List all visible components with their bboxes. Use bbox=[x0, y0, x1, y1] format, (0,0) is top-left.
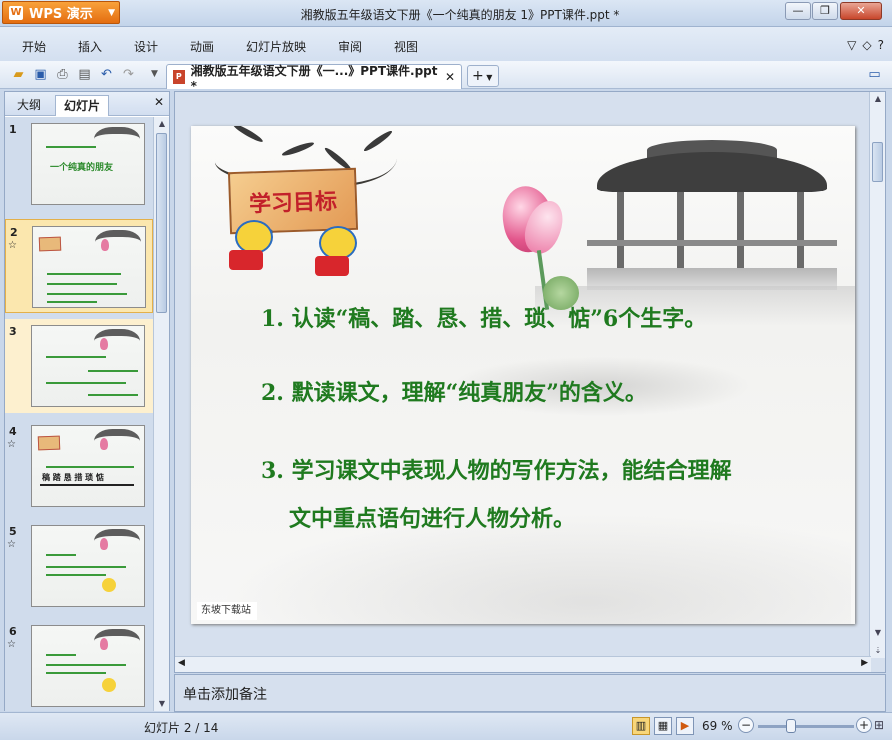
slideshow-icon[interactable]: ▶ bbox=[676, 717, 694, 735]
chevron-down-icon: ▼ bbox=[108, 7, 115, 18]
scroll-left-icon[interactable]: ◀ bbox=[178, 658, 185, 668]
slide-number: 4 bbox=[9, 425, 17, 438]
close-tab-icon[interactable]: ✕ bbox=[445, 70, 455, 84]
next-slide-icon[interactable]: ⇣ bbox=[870, 644, 886, 658]
plus-icon: + bbox=[472, 68, 484, 84]
menu-insert[interactable]: 插入 bbox=[78, 38, 102, 55]
slide-thumbnail-4[interactable]: 4 ☆ 稿 踏 恳 措 琐 惦 bbox=[5, 419, 153, 513]
undo-icon[interactable]: ↶ bbox=[98, 66, 115, 83]
goal-line-1: 1. 认读“稿、踏、恳、措、琐、惦”6个生字。 bbox=[261, 306, 707, 332]
cartoon-kid-right bbox=[319, 226, 357, 260]
document-tab-label: 湘教版五年级语文下册《一...》PPT课件.ppt * bbox=[190, 63, 438, 93]
ribbon-menu-bar: 开始 插入 设计 动画 幻灯片放映 审阅 视图 ▽ ◇ ? bbox=[0, 27, 892, 61]
slide-thumbnail-list: 1 一个纯真的朋友 2 ☆ 3 4 ☆ 稿 踏 恳 措 琐 惦 5 ☆ 6 ☆ bbox=[5, 117, 153, 711]
collapse-ribbon-icon[interactable]: ▽ bbox=[847, 38, 856, 52]
slide-number: 1 bbox=[9, 123, 17, 136]
sign-title: 学习目标 bbox=[248, 188, 338, 218]
restore-layout-icon[interactable]: ▭ bbox=[866, 66, 883, 83]
animation-star-icon: ☆ bbox=[8, 240, 17, 251]
scroll-up-icon[interactable]: ▲ bbox=[154, 117, 170, 131]
redo-icon[interactable]: ↷ bbox=[120, 66, 137, 83]
slide-thumbnail-1[interactable]: 1 一个纯真的朋友 bbox=[5, 117, 153, 211]
open-folder-icon[interactable]: ▰ bbox=[10, 66, 27, 83]
wps-logo-icon: W bbox=[9, 5, 23, 20]
cartoon-kid-left bbox=[235, 220, 273, 254]
slide-editor: 学习目标 1. 认读“稿、踏、恳、措、琐、惦”6个生字。 2. 默读课文，理解“… bbox=[174, 91, 886, 673]
slide-count: 幻灯片 2 / 14 bbox=[144, 721, 219, 735]
customize-toolbar-icon[interactable]: ▼ bbox=[146, 66, 163, 83]
slide-thumbnail-5[interactable]: 5 ☆ bbox=[5, 519, 153, 613]
goal-line-2: 2. 默读课文，理解“纯真朋友”的含义。 bbox=[261, 380, 647, 406]
status-bar: 幻灯片 2 / 14 ▥ ▦ ▶ 69 % − + ⊞ bbox=[0, 712, 892, 740]
help-icon[interactable]: ? bbox=[878, 38, 884, 52]
document-tab[interactable]: P 湘教版五年级语文下册《一...》PPT课件.ppt * ✕ bbox=[166, 64, 462, 93]
editor-horizontal-scrollbar[interactable]: ◀ ▶ bbox=[175, 656, 871, 672]
zoom-out-button[interactable]: − bbox=[738, 717, 754, 733]
menu-view[interactable]: 视图 bbox=[394, 38, 418, 55]
slide-thumbnail-2[interactable]: 2 ☆ bbox=[5, 219, 153, 313]
editor-vertical-scrollbar[interactable]: ▲ ▼ ⇣ bbox=[869, 92, 885, 658]
goal-line-3: 3. 学习课文中表现人物的写作方法，能结合理解 bbox=[261, 458, 732, 484]
print-preview-icon[interactable]: ▤ bbox=[76, 66, 93, 83]
slide-thumb-title: 稿 踏 恳 措 琐 惦 bbox=[42, 473, 104, 482]
restore-button[interactable]: ❐ bbox=[812, 2, 838, 20]
zoom-level: 69 % bbox=[702, 719, 733, 733]
app-menu-button[interactable]: W WPS 演示 ▼ bbox=[2, 1, 120, 24]
menu-slideshow[interactable]: 幻灯片放映 bbox=[246, 38, 306, 55]
footer-watermark: 东坡下载站 bbox=[197, 602, 257, 620]
close-panel-icon[interactable]: ✕ bbox=[154, 95, 164, 109]
slides-panel-scrollbar[interactable]: ▲ ▼ bbox=[153, 117, 169, 711]
slide-sorter-icon[interactable]: ▦ bbox=[654, 717, 672, 735]
goal-line-3-cont: 文中重点语句进行人物分析。 bbox=[289, 506, 576, 532]
ppt-file-icon: P bbox=[173, 70, 185, 84]
fit-window-icon[interactable]: ⊞ bbox=[874, 718, 884, 732]
slide-number: 2 bbox=[10, 226, 18, 239]
animation-star-icon: ☆ bbox=[7, 439, 16, 450]
new-tab-button[interactable]: + ▼ bbox=[467, 65, 499, 87]
window-title: 湘教版五年级语文下册《一个纯真的朋友 1》PPT课件.ppt * bbox=[300, 8, 620, 22]
animation-star-icon: ☆ bbox=[7, 539, 16, 550]
notes-placeholder: 单击添加备注 bbox=[183, 687, 267, 703]
print-icon[interactable]: ⎙ bbox=[54, 66, 71, 83]
zoom-slider-handle[interactable] bbox=[786, 719, 796, 733]
zoom-slider[interactable] bbox=[758, 725, 854, 728]
scroll-right-icon[interactable]: ▶ bbox=[861, 658, 868, 668]
animation-star-icon: ☆ bbox=[7, 639, 16, 650]
tab-outline[interactable]: 大纲 bbox=[9, 95, 49, 116]
slide-number: 6 bbox=[9, 625, 17, 638]
normal-view-icon[interactable]: ▥ bbox=[632, 717, 650, 735]
minimize-button[interactable]: — bbox=[785, 2, 811, 20]
scrollbar-thumb[interactable] bbox=[156, 133, 167, 313]
menu-design[interactable]: 设计 bbox=[134, 38, 158, 55]
chevron-down-icon: ▼ bbox=[483, 73, 493, 82]
save-icon[interactable]: ▣ bbox=[32, 66, 49, 83]
slide-canvas[interactable]: 学习目标 1. 认读“稿、踏、恳、措、琐、惦”6个生字。 2. 默读课文，理解“… bbox=[191, 126, 855, 624]
scroll-down-icon[interactable]: ▼ bbox=[154, 697, 170, 711]
slide-number: 5 bbox=[9, 525, 17, 538]
tab-slides[interactable]: 幻灯片 bbox=[55, 95, 110, 116]
slide-thumbnail-3[interactable]: 3 bbox=[5, 319, 153, 413]
menu-home[interactable]: 开始 bbox=[22, 38, 46, 55]
slide-number: 3 bbox=[9, 325, 17, 338]
notes-pane[interactable]: 单击添加备注 bbox=[174, 674, 886, 712]
scroll-down-icon[interactable]: ▼ bbox=[870, 626, 886, 640]
menu-review[interactable]: 审阅 bbox=[338, 38, 362, 55]
menu-animation[interactable]: 动画 bbox=[190, 38, 214, 55]
pavilion-image bbox=[587, 140, 837, 290]
quick-access-toolbar: ▰ ▣ ⎙ ▤ ↶ ↷ ▼ P 湘教版五年级语文下册《一...》PPT课件.pp… bbox=[0, 61, 892, 93]
zoom-in-button[interactable]: + bbox=[856, 717, 872, 733]
title-bar: W WPS 演示 ▼ 湘教版五年级语文下册《一个纯真的朋友 1》PPT课件.pp… bbox=[0, 0, 892, 27]
slides-panel: 大纲 幻灯片 ✕ 1 一个纯真的朋友 2 ☆ 3 4 ☆ 稿 踏 恳 措 琐 惦… bbox=[4, 91, 170, 711]
skin-icon[interactable]: ◇ bbox=[862, 38, 871, 52]
scroll-up-icon[interactable]: ▲ bbox=[870, 92, 886, 106]
slide-thumb-title: 一个纯真的朋友 bbox=[50, 163, 114, 173]
close-window-button[interactable]: ✕ bbox=[840, 2, 882, 20]
scrollbar-thumb[interactable] bbox=[872, 142, 883, 182]
slide-thumbnail-6[interactable]: 6 ☆ bbox=[5, 619, 153, 711]
app-name: WPS 演示 bbox=[29, 7, 93, 22]
